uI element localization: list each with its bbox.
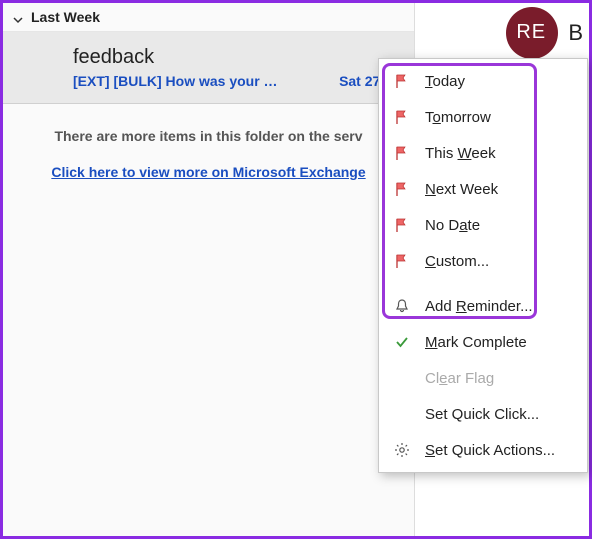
menu-set-quick-click-label: Set Quick Click... [425, 406, 539, 423]
flag-icon [393, 180, 411, 198]
menu-today[interactable]: Today [379, 63, 587, 99]
message-item[interactable]: feedback [EXT] [BULK] How was your … Sat… [3, 32, 414, 104]
menu-clear-flag: Clear Flag [379, 360, 587, 396]
blank-icon [393, 369, 411, 387]
blank-icon [393, 405, 411, 423]
menu-mark-complete[interactable]: Mark Complete [379, 324, 587, 360]
message-line2: [EXT] [BULK] How was your … Sat 27/0 [73, 73, 396, 89]
more-items-text: There are more items in this folder on t… [3, 104, 414, 150]
menu-next-week[interactable]: Next Week [379, 171, 587, 207]
menu-separator [379, 283, 587, 284]
avatar: RE [506, 7, 558, 59]
menu-this-week[interactable]: This Week [379, 135, 587, 171]
avatar-side-text: B [568, 20, 583, 46]
menu-custom-label: Custom... [425, 253, 489, 270]
group-label: Last Week [31, 9, 100, 25]
group-header-last-week[interactable]: Last Week [3, 3, 414, 32]
message-subject: [EXT] [BULK] How was your … [73, 73, 278, 89]
reading-pane-header: RE B [415, 3, 589, 63]
menu-tomorrow-label: Tomorrow [425, 109, 491, 126]
menu-set-quick-actions[interactable]: Set Quick Actions... [379, 432, 587, 468]
menu-next-week-label: Next Week [425, 181, 498, 198]
check-icon [393, 333, 411, 351]
gear-icon [393, 441, 411, 459]
menu-no-date[interactable]: No Date [379, 207, 587, 243]
menu-add-reminder-label: Add Reminder... [425, 298, 533, 315]
flag-icon [393, 216, 411, 234]
flag-icon [393, 108, 411, 126]
menu-set-quick-click[interactable]: Set Quick Click... [379, 396, 587, 432]
menu-this-week-label: This Week [425, 145, 496, 162]
menu-custom[interactable]: Custom... [379, 243, 587, 279]
avatar-initials: RE [516, 21, 546, 44]
flag-icon [393, 144, 411, 162]
bell-icon [393, 297, 411, 315]
menu-today-label: Today [425, 73, 465, 90]
menu-clear-flag-label: Clear Flag [425, 370, 494, 387]
flag-icon [393, 252, 411, 270]
chevron-down-icon [13, 12, 23, 22]
menu-tomorrow[interactable]: Tomorrow [379, 99, 587, 135]
view-more-link[interactable]: Click here to view more on Microsoft Exc… [3, 164, 414, 180]
flag-context-menu: Today Tomorrow This Week Next Week No Da… [378, 58, 588, 473]
menu-set-quick-actions-label: Set Quick Actions... [425, 442, 555, 459]
message-list-pane: Last Week feedback [EXT] [BULK] How was … [3, 3, 415, 536]
flag-icon [393, 72, 411, 90]
menu-mark-complete-label: Mark Complete [425, 334, 527, 351]
menu-add-reminder[interactable]: Add Reminder... [379, 288, 587, 324]
message-sender: feedback [73, 46, 396, 69]
menu-no-date-label: No Date [425, 217, 480, 234]
